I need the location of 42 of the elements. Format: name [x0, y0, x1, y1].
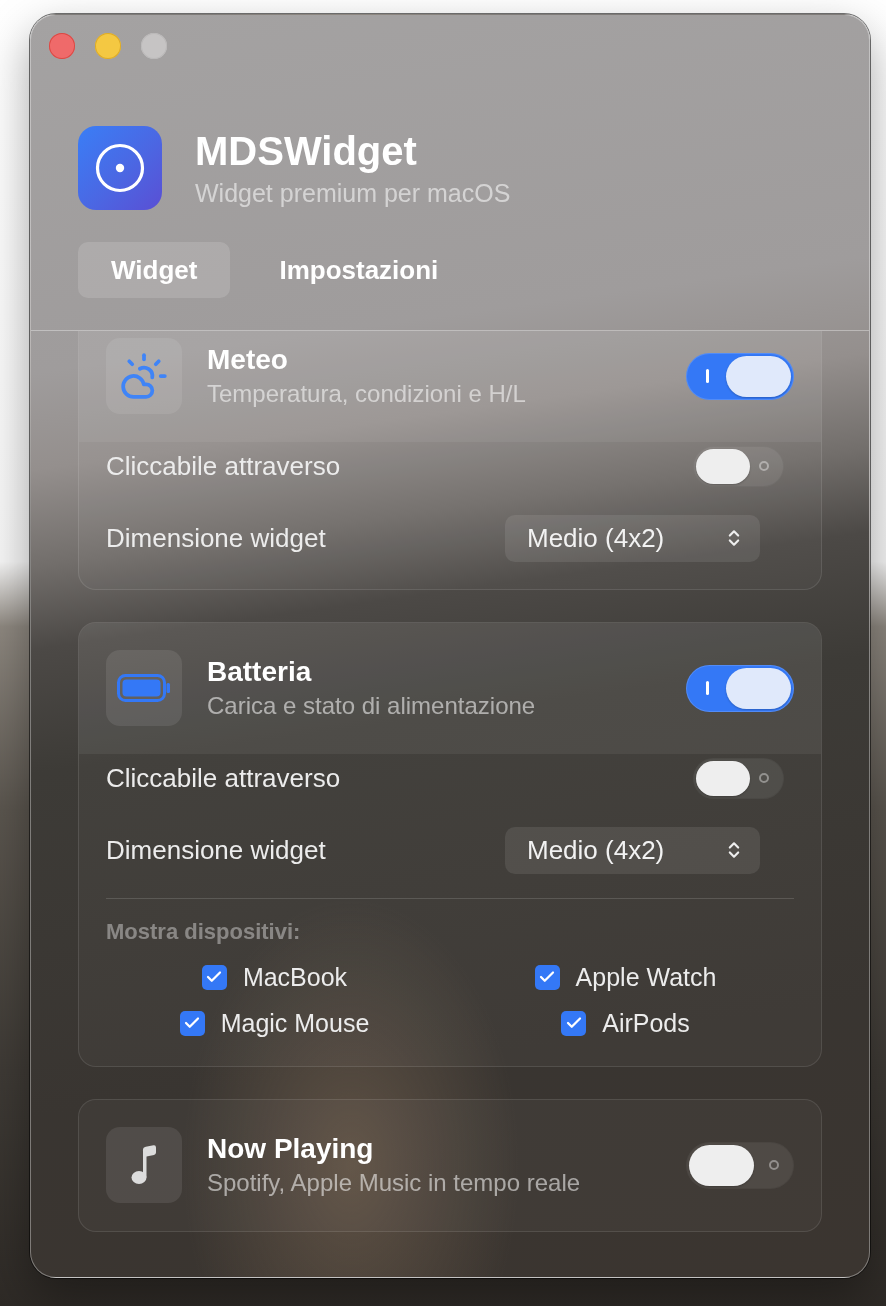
- widget-title: Now Playing: [207, 1132, 374, 1166]
- ring-mark-icon: [759, 461, 769, 471]
- app-title: MDSWidget: [195, 128, 417, 174]
- checkbox-label: AirPods: [602, 1008, 690, 1038]
- bar-mark-icon: [706, 369, 709, 383]
- setting-label: Cliccabile attraverso: [106, 450, 341, 482]
- size-select[interactable]: Medio (4x2): [505, 826, 760, 874]
- switch-knob[interactable]: [696, 760, 750, 796]
- bar-mark-icon: [706, 681, 709, 695]
- checkbox[interactable]: [201, 964, 227, 990]
- setting-label: Cliccabile attraverso: [106, 762, 341, 794]
- checkbox[interactable]: [534, 964, 560, 990]
- toggle-switch[interactable]: [686, 1141, 794, 1189]
- checkbox[interactable]: [561, 1010, 587, 1036]
- setting-label: Dimensione widget: [106, 834, 326, 866]
- widget-description: Spotify, Apple Music in tempo reale: [207, 1168, 581, 1198]
- widget-title: Meteo: [207, 343, 288, 377]
- toggle-switch[interactable]: [693, 445, 784, 487]
- switch-knob[interactable]: [726, 667, 791, 709]
- switch-knob[interactable]: [696, 448, 750, 484]
- tab[interactable]: Impostazioni: [246, 242, 472, 298]
- cloud-sun-icon: [106, 338, 182, 414]
- toggle-switch[interactable]: [686, 352, 794, 400]
- setting-label: Dimensione widget: [106, 522, 326, 554]
- toggle-switch[interactable]: [686, 664, 794, 712]
- widget-description: Temperatura, condizioni e H/L: [207, 379, 526, 409]
- switch-knob[interactable]: [689, 1144, 754, 1186]
- checkbox-label: MacBook: [242, 962, 348, 992]
- ring-mark-icon: [759, 773, 769, 783]
- ring-mark-icon: [769, 1160, 779, 1170]
- toggle-switch[interactable]: [693, 757, 784, 799]
- music-note-icon: [106, 1127, 182, 1203]
- size-select[interactable]: Medio (4x2): [505, 514, 760, 562]
- widget-description: Carica e stato di alimentazione: [207, 691, 536, 721]
- devices-heading: Mostra dispositivi:: [106, 920, 301, 944]
- checkbox-label: Apple Watch: [575, 962, 717, 992]
- switch-knob[interactable]: [726, 355, 791, 397]
- app-icon: [78, 126, 162, 210]
- battery-icon: [106, 650, 182, 726]
- checkbox-label: Magic Mouse: [220, 1008, 370, 1038]
- checkbox[interactable]: [179, 1010, 205, 1036]
- widget-title: Batteria: [207, 655, 312, 689]
